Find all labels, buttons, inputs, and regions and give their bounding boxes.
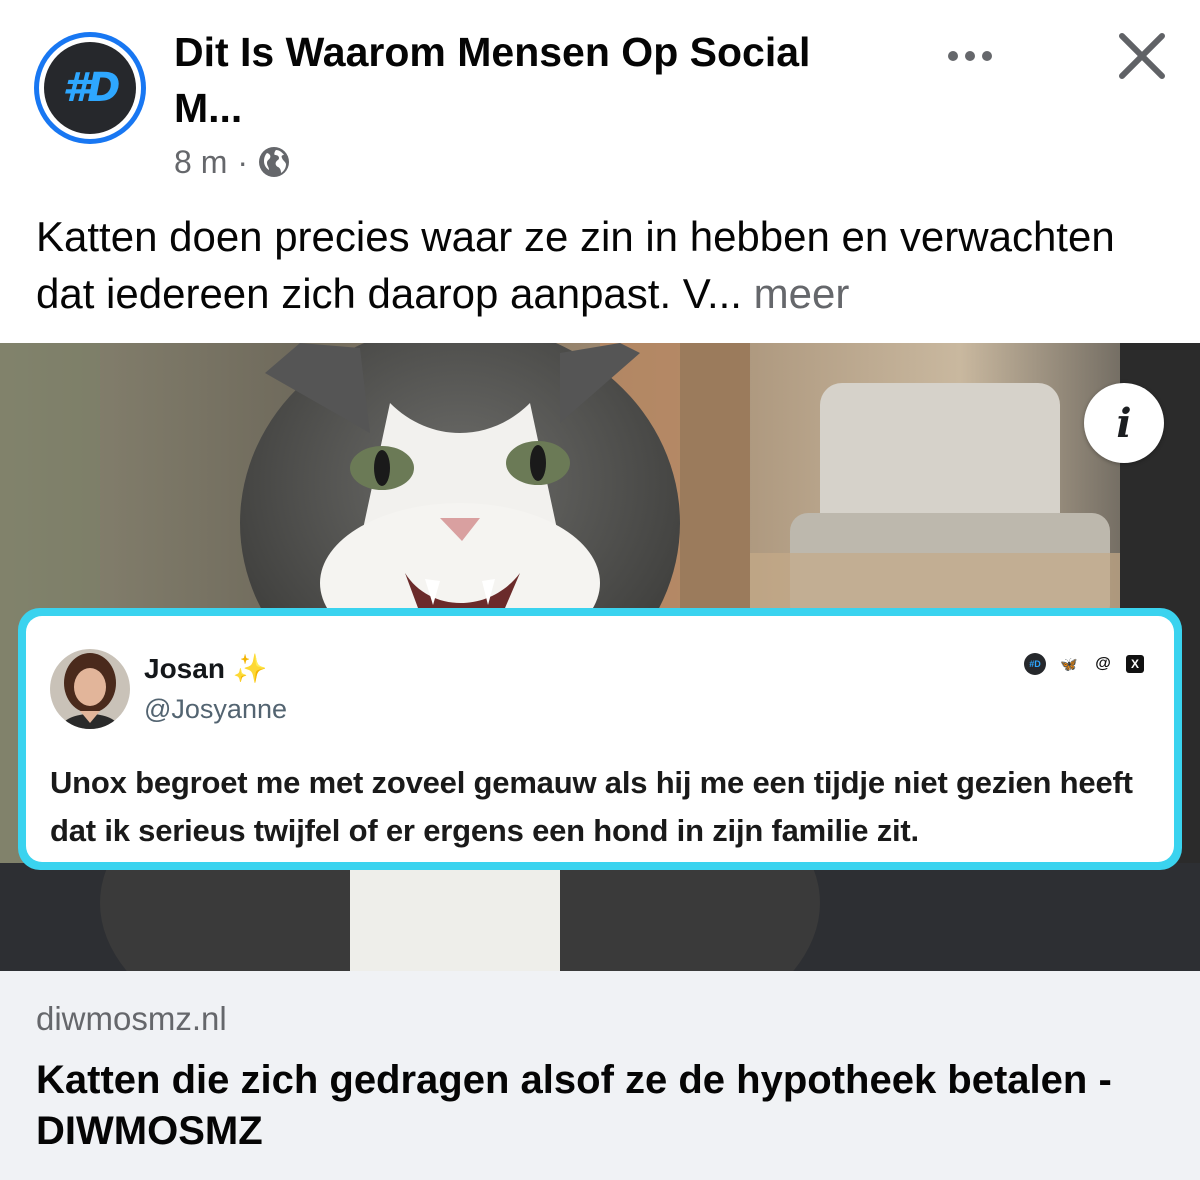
page-name[interactable]: Dit Is Waarom Mensen Op Social M...: [174, 24, 874, 136]
tweet-avatar: [50, 649, 130, 729]
diwmosmz-icon: #D: [1024, 653, 1046, 675]
more-options-button[interactable]: [938, 36, 1002, 76]
post-timestamp[interactable]: 8 m: [174, 144, 227, 181]
post-caption: Katten doen precies waar ze zin in hebbe…: [36, 208, 1176, 322]
page-name-line1[interactable]: Dit Is Waarom Mensen Op Social: [174, 24, 874, 80]
see-more-link[interactable]: meer: [754, 270, 850, 317]
info-button[interactable]: i: [1084, 383, 1164, 463]
tweet-text: Unox begroet me met zoveel gemauw als hi…: [50, 765, 1133, 848]
sparkle-emoji: ✨: [232, 653, 268, 684]
threads-icon: @: [1095, 655, 1111, 672]
tweet-card: Josan ✨ @Josyanne #D 🦋 @ X Unox begroet …: [18, 608, 1182, 870]
close-button[interactable]: [1112, 26, 1172, 86]
page-name-line2[interactable]: M...: [174, 80, 874, 136]
link-domain[interactable]: diwmosmz.nl: [36, 1000, 227, 1038]
info-icon: i: [1116, 399, 1132, 447]
close-icon: [1119, 33, 1165, 79]
globe-icon: [259, 147, 289, 177]
tweet-author-name: Josan ✨: [144, 653, 268, 684]
caption-text: Katten doen precies waar ze zin in hebbe…: [36, 213, 1115, 317]
page-avatar[interactable]: #D: [34, 32, 146, 144]
post-meta: 8 m ·: [174, 140, 290, 184]
more-horizontal-icon: [948, 51, 958, 61]
x-icon: X: [1126, 655, 1144, 673]
link-title[interactable]: Katten die zich gedragen alsof ze de hyp…: [36, 1055, 1176, 1157]
avatar-logo-text: #D: [62, 65, 120, 111]
tweet-social-icons: #D 🦋 @ X: [1024, 653, 1144, 675]
meta-separator: ·: [237, 143, 248, 180]
tweet-author-handle: @Josyanne: [144, 694, 287, 724]
post-header: #D Dit Is Waarom Mensen Op Social M... 8…: [0, 0, 1200, 200]
bluesky-icon: 🦋: [1060, 655, 1078, 672]
